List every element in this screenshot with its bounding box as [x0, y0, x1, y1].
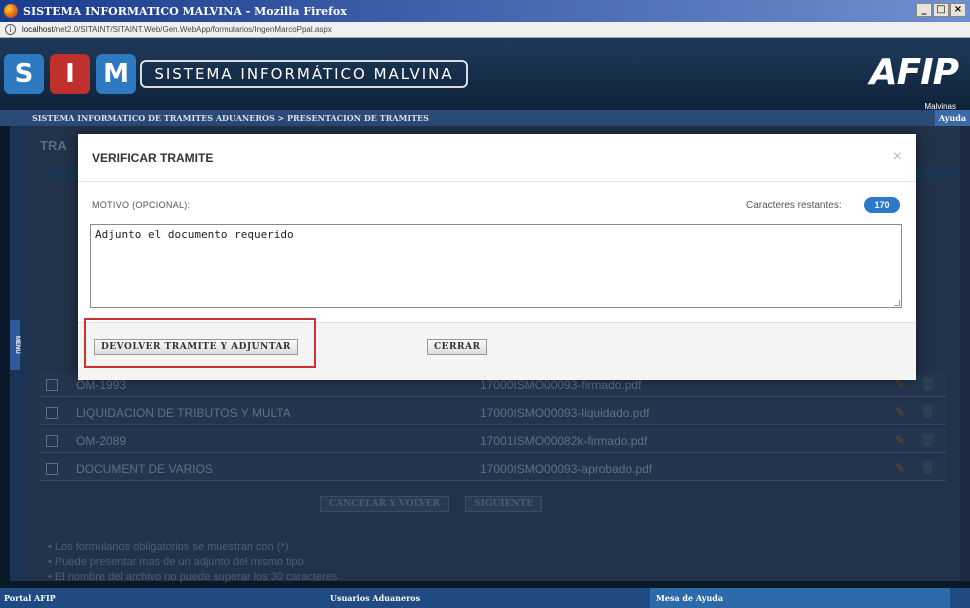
trash-icon[interactable]: 🗑 [920, 377, 935, 391]
row-checkbox[interactable] [46, 407, 58, 419]
window-titlebar: SISTEMA INFORMATICO MALVINA - Mozilla Fi… [0, 0, 970, 22]
document-name: DOCUMENT DE VARIOS [76, 462, 213, 476]
page-title: TRA [40, 138, 67, 153]
maximize-button[interactable]: □ [933, 3, 949, 17]
sim-logo-s: S [4, 54, 44, 94]
motivo-textarea[interactable]: Adjunto el documento requerido [90, 224, 902, 308]
background-actions: CANCELAR Y VOLVER SIGUIENTE [320, 496, 543, 512]
trash-icon[interactable]: 🗑 [920, 461, 935, 475]
document-name: OM-1993 [76, 378, 127, 392]
verify-dialog: VERIFICAR TRAMITE × MOTIVO (OPCIONAL): C… [78, 134, 916, 380]
trash-icon[interactable]: 🗑 [920, 433, 935, 447]
trash-icon[interactable]: 🗑 [920, 405, 935, 419]
help-link[interactable]: Ayuda [934, 110, 970, 126]
breadcrumb-bar: SISTEMA INFORMATICO DE TRAMITES ADUANERO… [0, 110, 970, 126]
cancel-and-return-button[interactable]: CANCELAR Y VOLVER [320, 496, 450, 512]
file-link[interactable]: 17001ISMO00082k-firmado.pdf [480, 434, 647, 448]
row-checkbox[interactable] [46, 379, 58, 391]
next-button[interactable]: SIGUIENTE [465, 496, 543, 512]
notes-list: • Los formularios obligatorios se muestr… [48, 540, 337, 585]
address-bar[interactable]: i localhost /net2.0/SITAINT/SITAINT.Web/… [0, 22, 970, 38]
return-and-attach-button[interactable]: DEVOLVER TRAMITE Y ADJUNTAR [94, 339, 298, 355]
dialog-header: VERIFICAR TRAMITE × [78, 134, 916, 182]
footer-link-portal[interactable]: Portal AFIP [4, 593, 56, 603]
minimize-button[interactable]: _ [916, 3, 932, 17]
note-item: • Puede presentar mas de un adjunto del … [48, 556, 304, 568]
note-item: • Los formularios obligatorios se muestr… [48, 541, 289, 553]
dialog-title: VERIFICAR TRAMITE [92, 151, 214, 165]
url-path: /net2.0/SITAINT/SITAINT.Web/Gen.WebApp/f… [53, 25, 332, 34]
row-checkbox[interactable] [46, 463, 58, 475]
app-header: S I M SISTEMA INFORMÁTICO MALVINA AFIP M… [0, 38, 970, 111]
sim-logo-i: I [50, 54, 90, 94]
attach-icon[interactable]: ✎ [895, 405, 905, 419]
table-row[interactable]: OM-2089 17001ISMO00082k-firmado.pdf ✎ 🗑 [40, 429, 946, 453]
attach-icon[interactable]: ✎ [895, 433, 905, 447]
footer-link-help[interactable]: Mesa de Ayuda [656, 593, 723, 603]
attach-icon[interactable]: ✎ [895, 461, 905, 475]
close-icon[interactable]: × [893, 148, 902, 166]
scrollbar[interactable] [960, 126, 970, 581]
breadcrumb: SISTEMA INFORMATICO DE TRAMITES ADUANERO… [32, 113, 429, 123]
file-link[interactable]: 17000ISMO00093-liquidado.pdf [480, 406, 649, 420]
close-window-button[interactable]: × [950, 3, 966, 17]
file-link[interactable]: 17000ISMO00093-firmado.pdf [480, 378, 641, 392]
motivo-label: MOTIVO (OPCIONAL): [92, 200, 191, 210]
document-name: OM-2089 [76, 434, 127, 448]
close-dialog-button[interactable]: CERRAR [427, 339, 488, 355]
document-name: LIQUIDACION DE TRIBUTOS Y MULTA [76, 406, 291, 420]
sim-logo-m: M [96, 54, 136, 94]
afip-logo: AFIP [869, 52, 959, 93]
window-title: SISTEMA INFORMATICO MALVINA - Mozilla Fi… [23, 4, 347, 18]
resize-grip-icon[interactable] [894, 300, 900, 306]
table-row[interactable]: DOCUMENT DE VARIOS 17000ISMO00093-aproba… [40, 457, 946, 481]
footer-link-users[interactable]: Usuarios Aduaneros [330, 593, 420, 603]
footer-bar: Portal AFIP Usuarios Aduaneros Mesa de A… [0, 588, 970, 608]
app-title: SISTEMA INFORMÁTICO MALVINA [140, 60, 468, 88]
firefox-icon [4, 4, 18, 18]
table-row[interactable]: LIQUIDACION DE TRIBUTOS Y MULTA 17000ISM… [40, 401, 946, 425]
chars-remaining-label: Caracteres restantes: [746, 200, 842, 211]
chars-remaining-badge: 170 [864, 197, 900, 213]
file-link[interactable]: 17000ISMO00093-aprobado.pdf [480, 462, 652, 476]
site-info-icon[interactable]: i [5, 24, 16, 35]
note-item: • El nombre del archivo no puede superar… [48, 571, 338, 583]
row-checkbox[interactable] [46, 435, 58, 447]
menu-tab[interactable]: MENU [10, 320, 20, 370]
url-host: localhost [22, 25, 54, 34]
window-controls: _ □ × [916, 3, 966, 17]
